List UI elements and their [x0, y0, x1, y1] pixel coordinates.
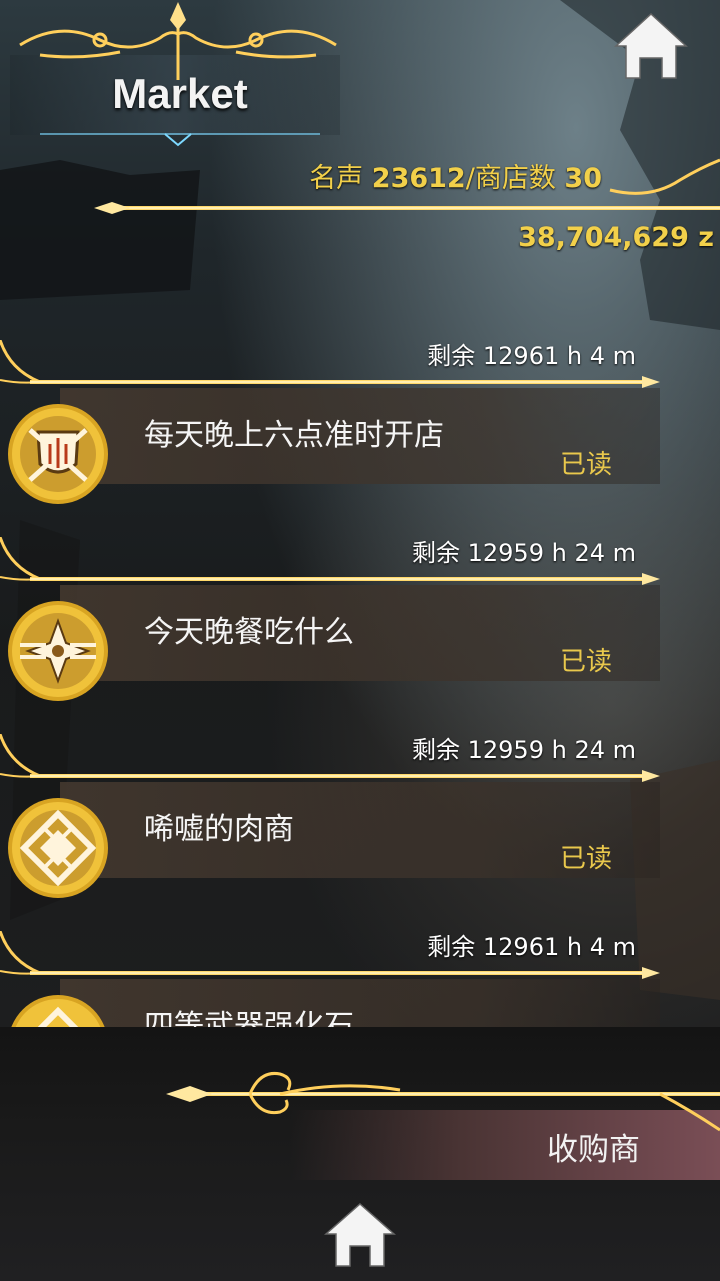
diamond-knot-icon	[8, 798, 108, 898]
list-item[interactable]: 剩余 12959 h 24 m 唏嘘的肉商 已读	[0, 694, 720, 898]
remaining-time: 剩余 12961 h 4 m	[427, 933, 636, 961]
read-status: 已读	[560, 450, 613, 480]
money-amount: 38,704,629 z	[518, 222, 714, 253]
weapons-shield-icon	[8, 404, 108, 504]
remaining-time: 剩余 12959 h 24 m	[412, 539, 636, 567]
order-name: 四等武器强化石	[144, 1009, 354, 1027]
page-title: Market	[112, 70, 248, 117]
list-item[interactable]: 剩余 12959 h 24 m 今天晚餐吃什么 已读	[0, 497, 720, 701]
home-icon[interactable]	[612, 10, 690, 82]
remaining-time: 剩余 12961 h 4 m	[427, 342, 636, 370]
read-status: 已读	[560, 647, 613, 677]
compass-star-icon	[8, 601, 108, 701]
buyer-label: 收购商	[547, 1132, 640, 1168]
list-item[interactable]: 剩余 12961 h 4 m 四等武器强化石	[0, 891, 720, 1027]
home-icon[interactable]	[322, 1200, 398, 1270]
remaining-time: 剩余 12959 h 24 m	[412, 736, 636, 764]
order-name: 今天晚餐吃什么	[144, 615, 354, 650]
order-name: 每天晚上六点准时开店	[144, 418, 444, 453]
title-area: Market	[0, 0, 360, 160]
order-name: 唏嘘的肉商	[144, 812, 294, 847]
order-list[interactable]: 剩余 12961 h 4 m 每天晚上六点准时开店 已读 剩余 12959 h …	[0, 300, 720, 1027]
stats-divider	[94, 158, 720, 214]
diamond-knot-icon	[11, 995, 105, 1027]
read-status: 已读	[560, 844, 613, 874]
list-item[interactable]: 剩余 12961 h 4 m 每天晚上六点准时开店 已读	[0, 300, 720, 504]
